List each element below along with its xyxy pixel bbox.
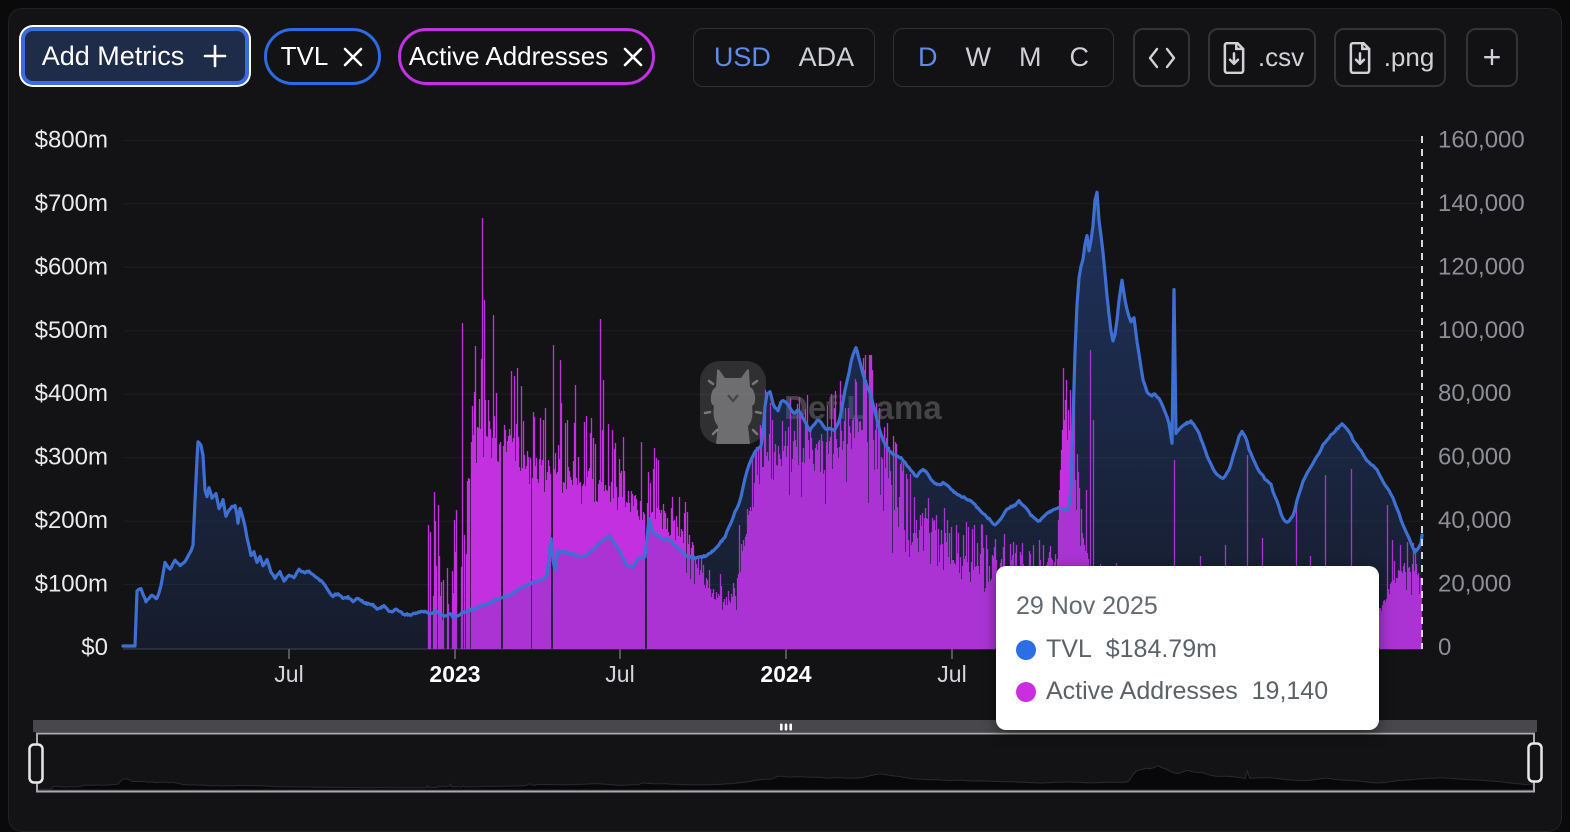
- svg-text:$500m: $500m: [35, 317, 108, 344]
- svg-text:80,000: 80,000: [1438, 380, 1511, 407]
- svg-text:Jul: Jul: [605, 661, 634, 687]
- svg-text:$600m: $600m: [35, 253, 108, 280]
- svg-text:2023: 2023: [429, 661, 480, 687]
- svg-text:2024: 2024: [760, 661, 811, 687]
- svg-text:20,000: 20,000: [1438, 571, 1511, 598]
- svg-text:120,000: 120,000: [1438, 253, 1525, 280]
- svg-text:$100m: $100m: [35, 571, 108, 598]
- svg-text:Jul: Jul: [937, 661, 966, 687]
- svg-text:160,000: 160,000: [1438, 126, 1525, 153]
- svg-text:40,000: 40,000: [1438, 507, 1511, 534]
- svg-text:$200m: $200m: [35, 507, 108, 534]
- svg-text:Jul: Jul: [274, 661, 303, 687]
- svg-text:100,000: 100,000: [1438, 317, 1525, 344]
- svg-text:$800m: $800m: [35, 126, 108, 153]
- svg-text:$0: $0: [81, 634, 108, 661]
- svg-text:$700m: $700m: [35, 190, 108, 217]
- svg-text:0: 0: [1438, 634, 1451, 661]
- svg-text:$400m: $400m: [35, 380, 108, 407]
- svg-text:140,000: 140,000: [1438, 190, 1525, 217]
- svg-text:60,000: 60,000: [1438, 444, 1511, 471]
- svg-text:$300m: $300m: [35, 444, 108, 471]
